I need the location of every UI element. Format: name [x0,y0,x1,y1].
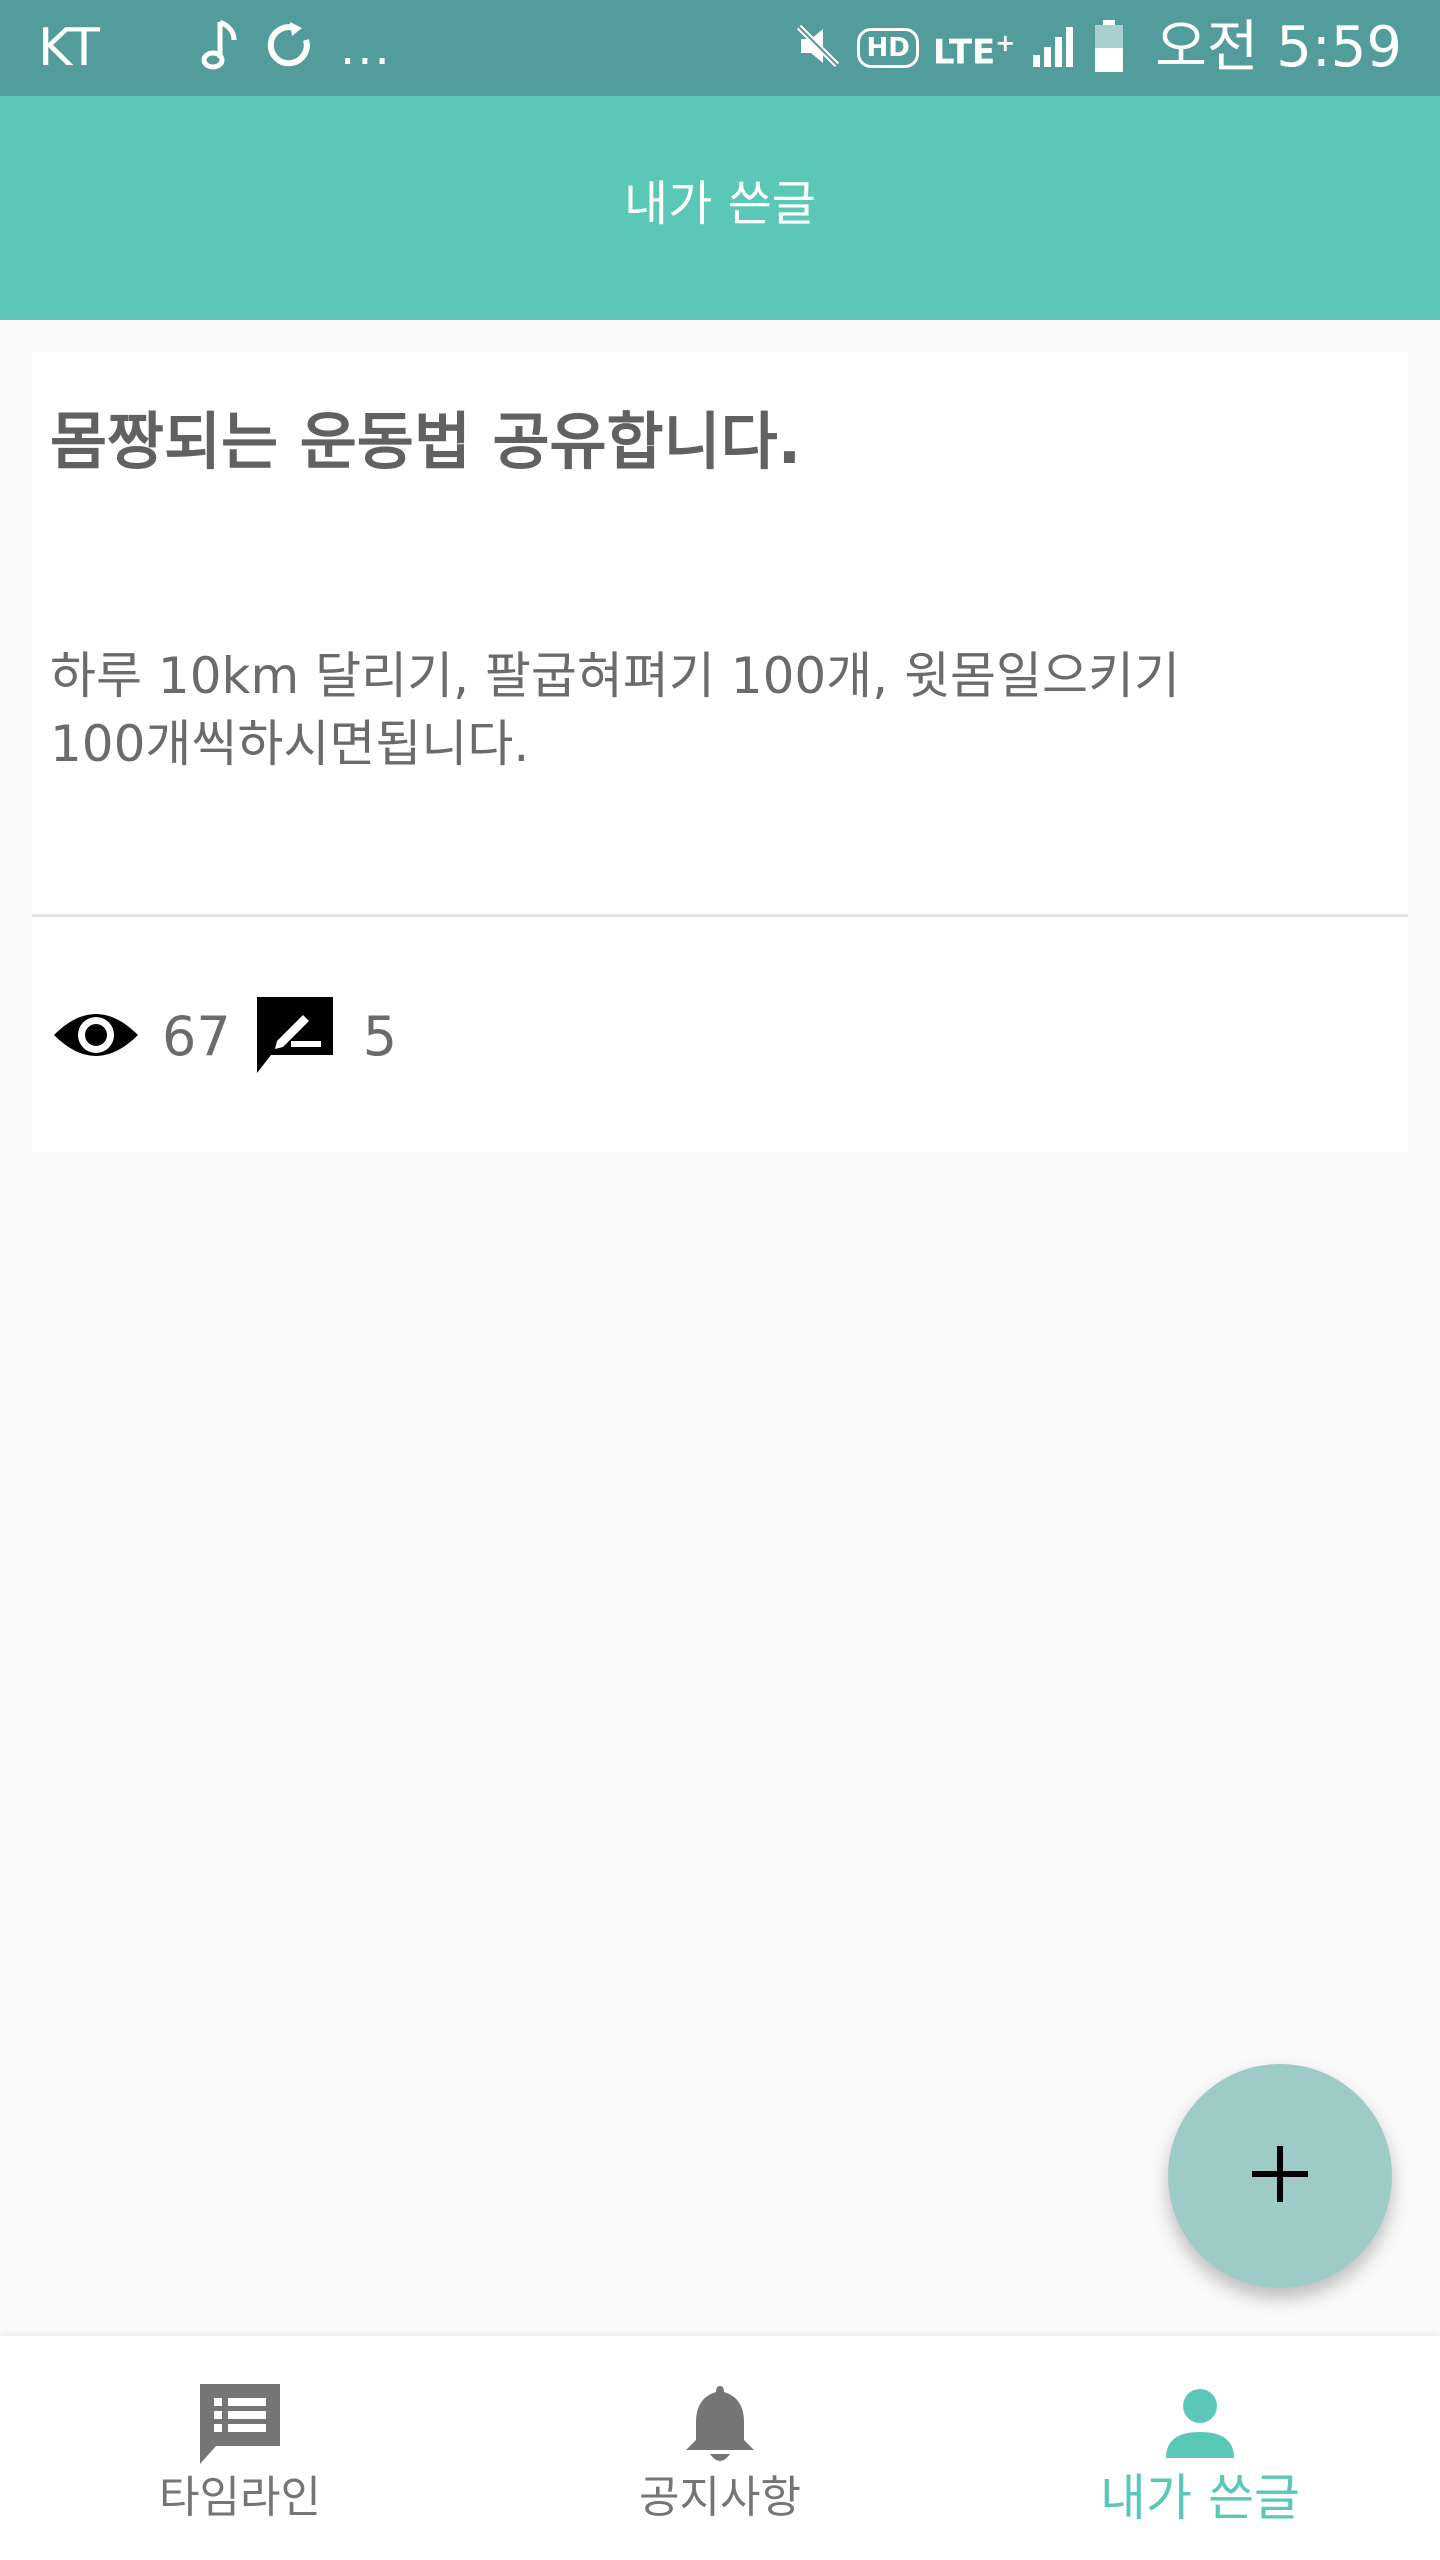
tab-label: 내가 쓴글 [1100,2469,1300,2527]
tab-notices[interactable]: 공지사항 [480,2336,960,2560]
views-count: 67 [162,1005,231,1068]
comment-icon [253,993,337,1081]
page-title: 내가 쓴글 [624,176,816,232]
post-body-line: 100개씩하시면됩니다. [50,715,530,773]
bottom-navigation: 타임라인 공지사항 내가 쓴글 [0,2336,1440,2560]
comments-count: 5 [362,1005,398,1068]
tab-timeline[interactable]: 타임라인 [0,2336,480,2560]
lte-text: LTE [932,32,996,73]
post-stats: 67 5 [50,992,397,1082]
post-divider [32,914,1408,917]
mute-icon [793,21,843,75]
status-bar: KT ... HD LTE+ 오전 5:59 [0,0,1440,96]
add-post-button[interactable] [1168,2064,1392,2288]
app-bar: 내가 쓴글 [0,96,1440,320]
tab-my-posts[interactable]: 내가 쓴글 [960,2336,1440,2560]
hd-voice-icon: HD [857,28,919,68]
notification-icons: ... [200,18,392,78]
tab-label: 공지사항 [639,2472,801,2523]
tab-label: 타임라인 [159,2472,321,2523]
post-body: 하루 10km 달리기, 팔굽혀펴기 100개, 윗몸일으키기 100개씩하시면… [50,642,1350,778]
lte-icon: LTE+ [933,23,1016,72]
music-note-icon [200,18,240,78]
lte-plus-text: + [995,29,1016,58]
post-body-line: 하루 10km 달리기, 팔굽혀펴기 100개, 윗몸일으키기 [50,647,1180,705]
carrier-label: KT [38,18,100,78]
bell-icon [672,2376,768,2472]
clock: 오전 5:59 [1155,15,1402,80]
post-title: 몸짱되는 운동법 공유합니다. [50,405,802,478]
person-icon [1152,2376,1248,2472]
post-card[interactable]: 몸짱되는 운동법 공유합니다. 하루 10km 달리기, 팔굽혀펴기 100개,… [32,352,1408,1152]
signal-icon [1029,21,1079,75]
battery-icon [1093,18,1125,78]
timeline-icon [192,2376,288,2472]
more-notifications-indicator: ... [340,20,392,76]
system-icons: HD LTE+ 오전 5:59 [793,14,1402,82]
sync-icon [264,20,316,76]
plus-icon [1248,2142,1312,2210]
eye-icon [50,1003,142,1071]
